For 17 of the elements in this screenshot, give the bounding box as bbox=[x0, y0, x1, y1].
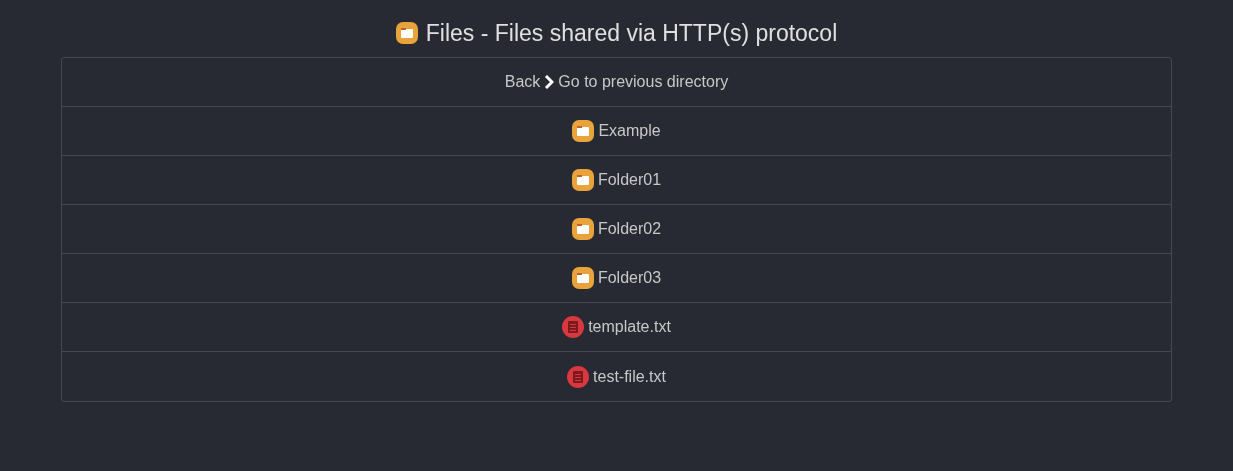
folder-icon bbox=[572, 120, 595, 142]
folder-icon bbox=[395, 22, 418, 44]
page-title: Files - Files shared via HTTP(s) protocol bbox=[425, 18, 838, 48]
chevron-right-icon bbox=[544, 75, 555, 89]
folder-link[interactable]: Folder02 bbox=[597, 217, 662, 241]
back-description[interactable]: Go to previous directory bbox=[558, 70, 729, 94]
back-link[interactable]: Back bbox=[504, 70, 541, 94]
folder-icon bbox=[571, 218, 594, 240]
file-link[interactable]: template.txt bbox=[588, 315, 671, 339]
folder-link[interactable]: Folder03 bbox=[597, 266, 662, 290]
file-link[interactable]: test-file.txt bbox=[593, 364, 666, 389]
folder-link[interactable]: Folder01 bbox=[597, 168, 662, 192]
folder-icon bbox=[571, 267, 594, 289]
folder-link[interactable]: Example bbox=[598, 119, 661, 143]
document-icon bbox=[562, 316, 585, 338]
document-icon bbox=[567, 365, 590, 388]
folder-icon bbox=[571, 169, 594, 191]
